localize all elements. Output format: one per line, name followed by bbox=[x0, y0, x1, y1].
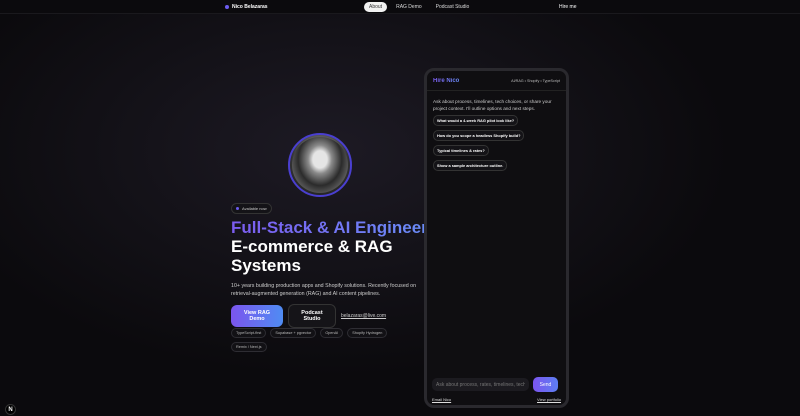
suggestion-button[interactable]: What would a 4-week RAG pilot look like? bbox=[433, 115, 519, 126]
tech-chip: Shopify Hydrogen bbox=[347, 328, 388, 338]
email-nico-link[interactable]: Email Nico bbox=[432, 397, 451, 402]
suggestion-button[interactable]: Show a sample architecture outline. bbox=[433, 160, 508, 171]
suggestion-button[interactable]: Typical timelines & rates? bbox=[433, 145, 489, 156]
tech-chip: TypeScript-first bbox=[231, 328, 267, 338]
title-accent: Full-Stack & AI Engineer bbox=[231, 218, 428, 237]
availability-badge: Available now bbox=[231, 203, 272, 214]
tech-chip: Supabase + pgvector bbox=[270, 328, 317, 338]
brand-dot-icon bbox=[225, 5, 229, 9]
tech-chip: Remix / Next.js bbox=[231, 342, 267, 352]
brand-name: Nico Belazaras bbox=[232, 4, 268, 10]
title-rest: E-commerce & RAG Systems bbox=[231, 237, 393, 275]
chat-input[interactable] bbox=[432, 378, 529, 391]
top-nav: Nico Belazaras About RAG Demo Podcast St… bbox=[0, 0, 800, 14]
chat-panel: Hire Nico AI/RAG • Shopify • TypeScript … bbox=[424, 68, 569, 408]
brand[interactable]: Nico Belazaras bbox=[225, 4, 268, 10]
page-title: Full-Stack & AI Engineer E-commerce & RAG… bbox=[231, 218, 431, 275]
chat-subtitle: AI/RAG • Shopify • TypeScript bbox=[511, 78, 560, 83]
status-dot-icon bbox=[236, 207, 239, 210]
send-button[interactable]: Send bbox=[533, 377, 558, 392]
chat-intro: Ask about process, timelines, tech choic… bbox=[433, 99, 552, 111]
badge-label: Available now bbox=[242, 206, 267, 211]
podcast-studio-button[interactable]: Podcast Studio bbox=[288, 304, 336, 328]
dev-tools-button[interactable]: N bbox=[5, 404, 16, 415]
tab-rag-demo[interactable]: RAG Demo bbox=[391, 2, 427, 12]
view-portfolio-link[interactable]: View portfolio bbox=[537, 397, 561, 402]
suggestion-button[interactable]: How do you scope a headless Shopify buil… bbox=[433, 130, 525, 141]
tab-about[interactable]: About bbox=[364, 2, 388, 12]
tab-podcast-studio[interactable]: Podcast Studio bbox=[431, 2, 475, 12]
email-link[interactable]: belazaras@live.com bbox=[341, 313, 386, 319]
tech-chip: OpenAI bbox=[320, 328, 344, 338]
view-rag-demo-button[interactable]: View RAG Demo bbox=[231, 305, 283, 327]
chat-title: Hire Nico bbox=[433, 77, 460, 84]
hero-description: 10+ years building production apps and S… bbox=[231, 283, 417, 297]
avatar bbox=[288, 133, 352, 197]
hire-me-link[interactable]: Hire me bbox=[559, 4, 577, 10]
